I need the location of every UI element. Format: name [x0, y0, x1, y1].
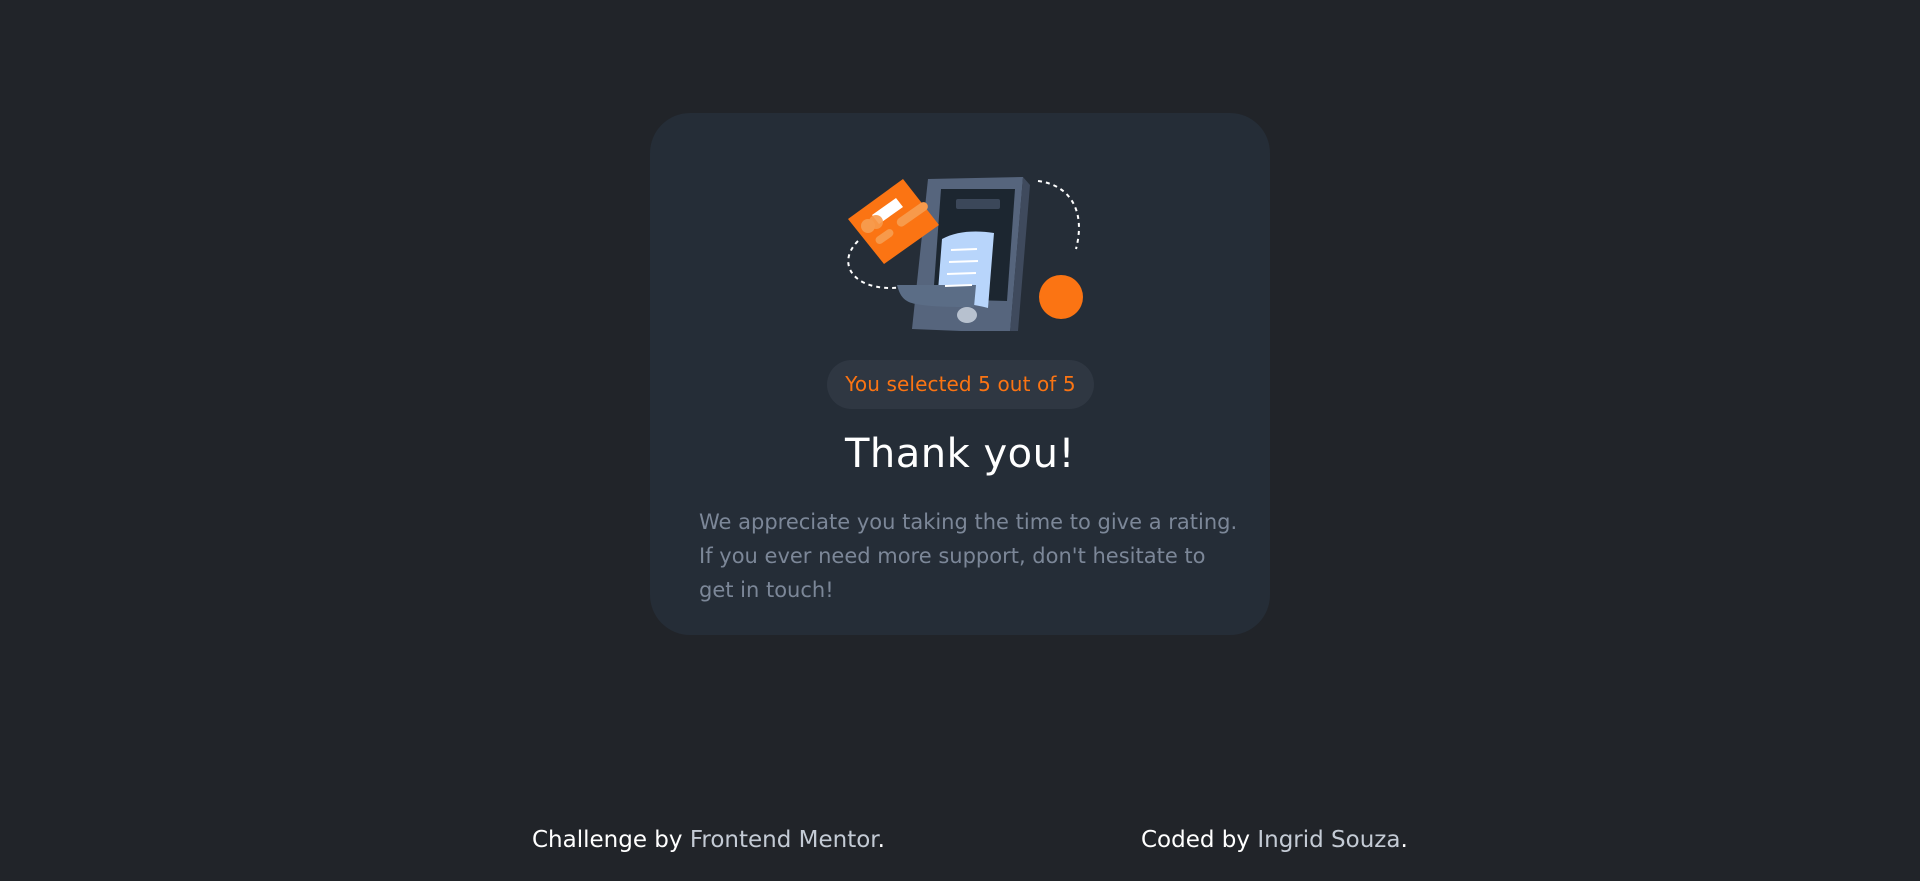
coded-attribution: Coded by Ingrid Souza.	[1141, 822, 1408, 858]
frontend-mentor-link[interactable]: Frontend Mentor	[690, 827, 878, 853]
author-link[interactable]: Ingrid Souza	[1257, 827, 1400, 853]
phone-payment-receipt-illustration	[847, 177, 1083, 331]
thank-you-heading: Thank you!	[844, 431, 1076, 477]
coded-prefix: Coded by	[1141, 827, 1258, 853]
challenge-suffix: .	[877, 827, 885, 853]
coded-suffix: .	[1400, 827, 1408, 853]
challenge-attribution: Challenge by Frontend Mentor.	[532, 822, 885, 858]
thank-you-card: You selected 5 out of 5 Thank you! We ap…	[650, 113, 1270, 635]
challenge-prefix: Challenge by	[532, 827, 690, 853]
rating-selection-badge: You selected 5 out of 5	[827, 360, 1094, 409]
appreciation-message: We appreciate you taking the time to giv…	[699, 510, 1238, 602]
